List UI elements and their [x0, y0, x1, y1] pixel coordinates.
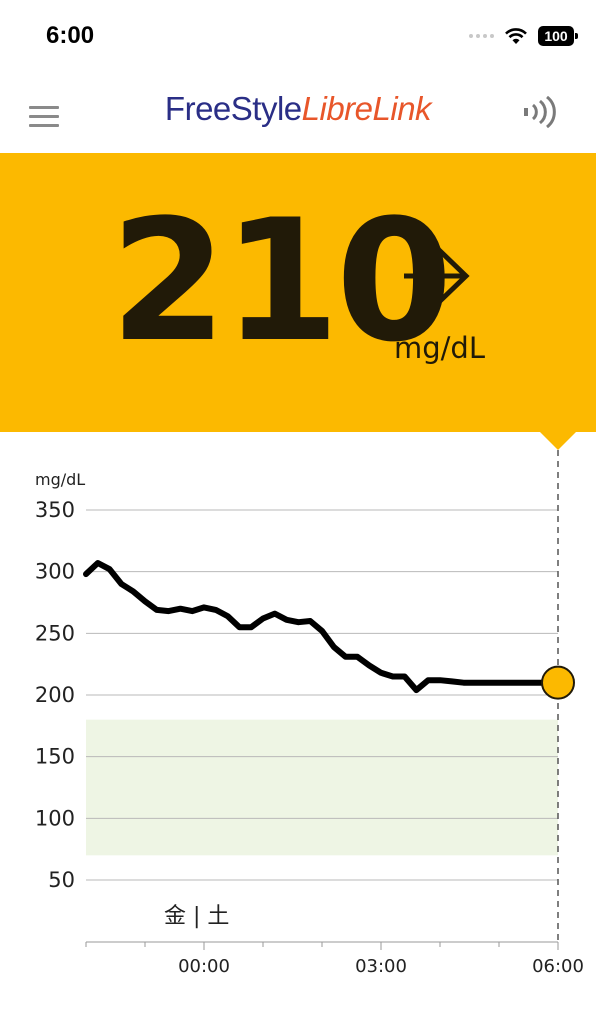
- glucose-unit: mg/dL: [394, 331, 485, 365]
- y-tick-label: 250: [35, 621, 75, 645]
- wifi-icon: [505, 28, 527, 44]
- x-tick-label: 03:00: [355, 956, 407, 977]
- y-tick-label: 50: [48, 868, 75, 892]
- current-reading-marker: [541, 665, 575, 700]
- app-header: FreeStyleLibreLink: [0, 80, 596, 146]
- chart-y-axis-label: mg/dL: [35, 470, 86, 489]
- target-range-band: [86, 719, 558, 856]
- nfc-scan-icon[interactable]: [524, 96, 558, 128]
- glucose-series-line: [83, 560, 561, 694]
- x-tick-label: 06:00: [532, 956, 584, 977]
- logo-librelink: LibreLink: [301, 90, 432, 127]
- y-tick-label: 350: [35, 498, 75, 522]
- status-icons: 100: [469, 24, 578, 48]
- y-tick-label: 150: [35, 745, 75, 769]
- y-tick-label: 300: [35, 560, 75, 584]
- glucose-reading-panel: 210 mg/dL: [0, 153, 596, 432]
- arrow-right-icon: [404, 247, 470, 305]
- y-tick-label: 200: [35, 683, 75, 707]
- x-tick-label: 00:00: [178, 956, 230, 977]
- status-time: 6:00: [46, 22, 95, 49]
- signal-dots-icon: [469, 34, 494, 38]
- panel-pointer: [540, 432, 576, 450]
- battery-icon: 100: [538, 26, 578, 46]
- app-logo: FreeStyleLibreLink: [0, 90, 596, 128]
- status-bar: 6:00 100: [0, 0, 596, 70]
- day-label: 金 | 土: [164, 904, 230, 929]
- y-tick-label: 100: [35, 806, 75, 830]
- logo-freestyle: FreeStyle: [164, 90, 302, 127]
